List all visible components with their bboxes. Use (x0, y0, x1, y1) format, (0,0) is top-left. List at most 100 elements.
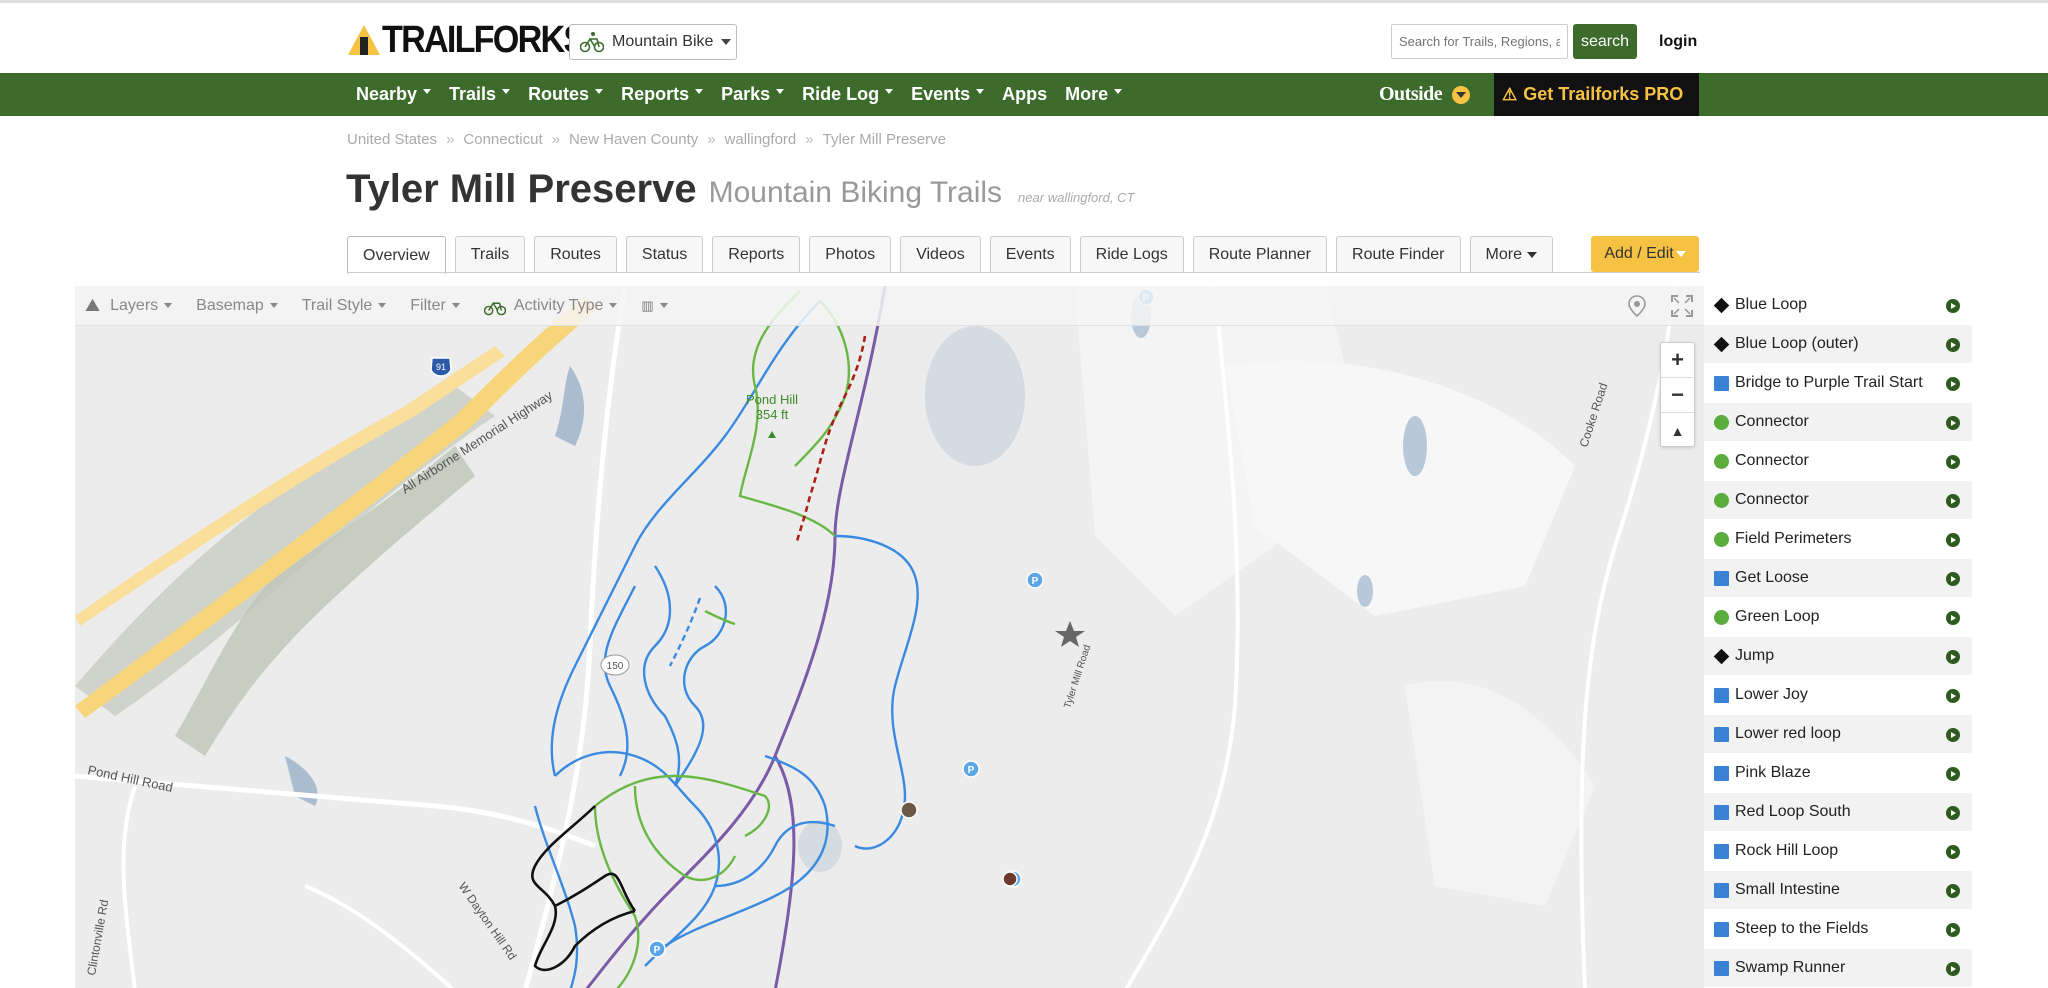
tab-routes[interactable]: Routes (534, 236, 617, 273)
trail-name: Rock Hill Loop (1735, 842, 1839, 859)
water-body (1357, 575, 1373, 607)
arrow-right-icon[interactable] (1946, 533, 1960, 547)
tab-more[interactable]: More (1469, 236, 1553, 273)
trail-list-item[interactable]: Swamp Runner (1704, 949, 1972, 988)
filter-dropdown[interactable]: Filter (410, 297, 460, 315)
difficulty-green-icon (1714, 531, 1729, 547)
chevron-down-icon (659, 303, 668, 308)
chevron-down-icon (423, 89, 432, 94)
arrow-right-icon[interactable] (1946, 416, 1960, 430)
nav-routes[interactable]: Routes (528, 84, 604, 105)
fullscreen-icon[interactable] (1671, 295, 1693, 317)
nav-ride-log[interactable]: Ride Log (802, 84, 894, 105)
tab-videos[interactable]: Videos (900, 236, 981, 273)
nav-parks[interactable]: Parks (721, 84, 785, 105)
nav-more[interactable]: More (1065, 84, 1123, 105)
arrow-right-icon[interactable] (1946, 884, 1960, 898)
add-edit-button[interactable]: Add / Edit (1591, 236, 1699, 272)
nav-trails[interactable]: Trails (449, 84, 511, 105)
arrow-right-icon[interactable] (1946, 962, 1960, 976)
trail-list-item[interactable]: Connector (1704, 481, 1972, 520)
trailhead-icon[interactable] (1002, 871, 1018, 887)
trail-list-item[interactable]: Connector (1704, 403, 1972, 442)
arrow-right-icon[interactable] (1946, 767, 1960, 781)
tab-trails[interactable]: Trails (454, 236, 526, 273)
tab-route-planner[interactable]: Route Planner (1192, 236, 1328, 273)
breadcrumb-state[interactable]: Connecticut (463, 131, 542, 148)
difficulty-blue-icon (1714, 843, 1729, 859)
activity-select[interactable]: Mountain Bike (569, 24, 737, 60)
arrow-right-icon[interactable] (1946, 572, 1960, 586)
nav-reports[interactable]: Reports (621, 84, 704, 105)
arrow-right-icon[interactable] (1946, 494, 1960, 508)
chevron-down-icon (695, 89, 704, 94)
zoom-out-button[interactable]: − (1661, 378, 1694, 413)
trail-list-item[interactable]: Blue Loop (outer) (1704, 325, 1972, 364)
zoom-in-button[interactable]: + (1661, 343, 1694, 378)
trail-list-item[interactable]: Field Perimeters (1704, 520, 1972, 559)
outside-logo: Outside (1379, 83, 1443, 105)
arrow-right-icon[interactable] (1946, 845, 1960, 859)
svg-text:P: P (968, 765, 975, 776)
outside-menu[interactable]: Outside (1379, 73, 1471, 116)
trail-list-item[interactable]: Pink Blaze (1704, 754, 1972, 793)
trail-style-dropdown[interactable]: Trail Style (302, 297, 387, 315)
activity-type-dropdown[interactable]: Activity Type (483, 296, 618, 316)
reset-north-button[interactable]: ▲ (1661, 413, 1694, 448)
trail-list-item[interactable]: Blue Loop (1704, 286, 1972, 325)
arrow-right-icon[interactable] (1946, 455, 1960, 469)
arrow-right-icon[interactable] (1946, 611, 1960, 625)
trail-list-item[interactable]: Jump (1704, 637, 1972, 676)
search-input[interactable] (1391, 24, 1568, 59)
nav-apps[interactable]: Apps (1002, 84, 1047, 105)
trail-list-item[interactable]: Rock Hill Loop (1704, 832, 1972, 871)
arrow-right-icon[interactable] (1946, 689, 1960, 703)
trail-list-item[interactable]: Lower Joy (1704, 676, 1972, 715)
difficulty-blue-icon (1714, 921, 1729, 937)
breadcrumb-country[interactable]: United States (347, 131, 437, 148)
star-poi-icon[interactable] (1055, 621, 1085, 647)
tab-status[interactable]: Status (625, 236, 704, 273)
arrow-right-icon[interactable] (1946, 650, 1960, 664)
search-button[interactable]: search (1573, 24, 1637, 59)
trail-list-item[interactable]: Connector (1704, 442, 1972, 481)
basemap-dropdown[interactable]: Basemap (196, 297, 278, 315)
trail-list-item[interactable]: Bridge to Purple Trail Start (1704, 364, 1972, 403)
trail-list-item[interactable]: Small Intestine (1704, 871, 1972, 910)
login-link[interactable]: login (1659, 33, 1697, 51)
arrow-right-icon[interactable] (1946, 299, 1960, 313)
nav-nearby[interactable]: Nearby (356, 84, 432, 105)
tab-reports[interactable]: Reports (712, 236, 801, 273)
water-body (555, 366, 585, 446)
parking-icon[interactable]: P (962, 760, 980, 778)
arrow-right-icon[interactable] (1946, 377, 1960, 391)
location-pin-icon[interactable] (1628, 295, 1646, 317)
trailhead-icon[interactable] (900, 801, 918, 819)
tab-events[interactable]: Events (989, 236, 1071, 273)
trail-map[interactable]: 91 150 P P P P P Pond Hill 354 ft All Ai… (75, 286, 1704, 988)
trail-list-item[interactable]: Steep to the Fields (1704, 910, 1972, 949)
tab-overview[interactable]: Overview (347, 236, 446, 274)
trail-list-item[interactable]: Red Loop South (1704, 793, 1972, 832)
get-pro-button[interactable]: ⚠ Get Trailforks PRO (1494, 73, 1699, 116)
nav-events[interactable]: Events (911, 84, 985, 105)
breadcrumb-county[interactable]: New Haven County (569, 131, 698, 148)
layers-dropdown[interactable]: ⛰ Layers (85, 295, 173, 316)
map-canvas[interactable]: 91 150 P P P P P Pond Hill 354 ft All Ai… (75, 286, 1704, 988)
arrow-right-icon[interactable] (1946, 728, 1960, 742)
tab-route-finder[interactable]: Route Finder (1336, 236, 1461, 273)
breadcrumb-current[interactable]: Tyler Mill Preserve (823, 131, 946, 148)
arrow-right-icon[interactable] (1946, 338, 1960, 352)
tab-ride-logs[interactable]: Ride Logs (1079, 236, 1184, 273)
trail-list-item[interactable]: Lower red loop (1704, 715, 1972, 754)
breadcrumb-city[interactable]: wallingford (725, 131, 797, 148)
arrow-right-icon[interactable] (1946, 923, 1960, 937)
tab-photos[interactable]: Photos (809, 236, 892, 273)
trail-name: Green Loop (1735, 608, 1820, 625)
parking-icon[interactable]: P (648, 940, 666, 958)
trail-list-item[interactable]: Green Loop (1704, 598, 1972, 637)
parking-icon[interactable]: P (1026, 571, 1044, 589)
map-options-dropdown[interactable]: ▥ (641, 298, 668, 314)
arrow-right-icon[interactable] (1946, 806, 1960, 820)
trail-list-item[interactable]: Get Loose (1704, 559, 1972, 598)
